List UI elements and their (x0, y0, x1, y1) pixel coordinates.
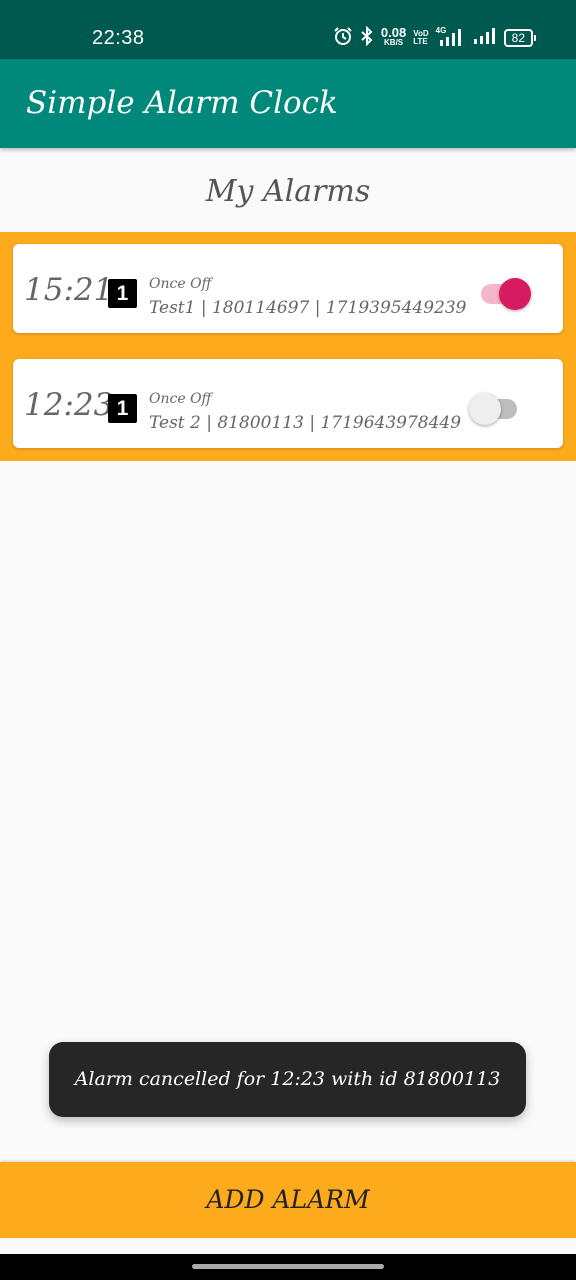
bluetooth-icon (360, 25, 374, 49)
alarm-card[interactable]: 15:21 1 Once Off Test1 | 180114697 | 171… (13, 244, 563, 333)
app-title: Simple Alarm Clock (26, 85, 338, 121)
day-count-badge: 1 (108, 279, 137, 308)
alarm-time: 15:21 (24, 272, 114, 308)
status-time: 22:38 (92, 27, 145, 49)
signal-icon-secondary (473, 26, 497, 49)
volte-indicator: VoD LTE (413, 28, 429, 46)
alarm-toggle[interactable] (481, 274, 531, 310)
alarm-card[interactable]: 12:23 1 Once Off Test 2 | 81800113 | 171… (13, 359, 563, 448)
alarm-list: 15:21 1 Once Off Test1 | 180114697 | 171… (0, 232, 576, 461)
status-icons: 0.08 KB/S VoD LTE 4G 82 (333, 26, 536, 49)
toggle-thumb (499, 278, 531, 310)
battery-indicator: 82 (503, 28, 536, 47)
alarm-repeat-label: Once Off (149, 276, 212, 292)
app-bar: Simple Alarm Clock (0, 59, 576, 148)
alarm-repeat-label: Once Off (149, 391, 212, 407)
add-alarm-button[interactable]: ADD ALARM (0, 1162, 576, 1238)
network-speed: 0.08 KB/S (380, 24, 407, 47)
toast-message: Alarm cancelled for 12:23 with id 818001… (49, 1042, 526, 1117)
alarm-detail: Test1 | 180114697 | 1719395449239 (149, 298, 467, 318)
page-heading: My Alarms (205, 174, 371, 209)
alarm-detail: Test 2 | 81800113 | 1719643978449 (149, 413, 462, 433)
signal-icon-primary: 4G (436, 26, 466, 48)
status-bar: 22:38 0.08 KB/S VoD LTE 4G 82 (0, 0, 576, 59)
alarm-clock-icon (333, 26, 353, 49)
toggle-thumb (469, 393, 501, 425)
alarm-toggle[interactable] (469, 389, 519, 425)
navigation-bar (0, 1254, 576, 1280)
battery-tip (534, 34, 536, 41)
alarm-time: 12:23 (24, 387, 114, 423)
day-count-badge: 1 (108, 394, 137, 423)
battery-level: 82 (503, 28, 533, 47)
home-indicator[interactable] (192, 1264, 384, 1269)
